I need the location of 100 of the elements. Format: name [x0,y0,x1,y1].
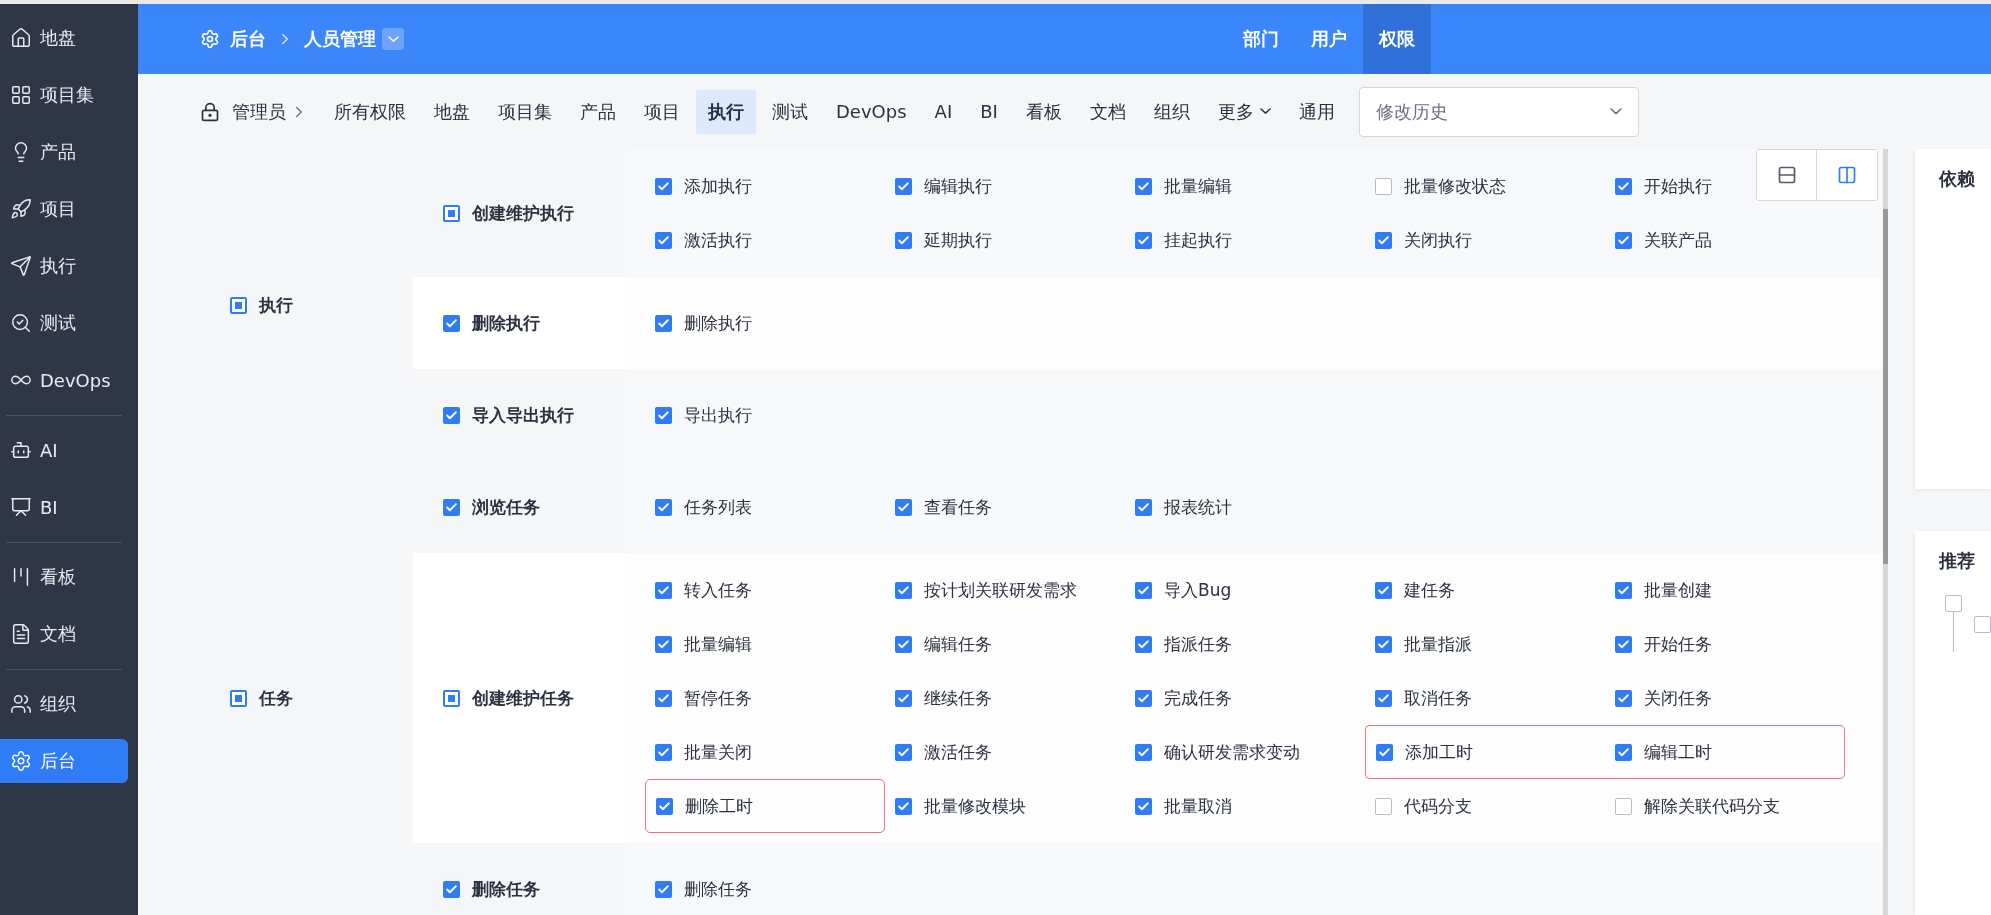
permission-item[interactable]: 编辑任务 [885,617,998,671]
checkbox[interactable] [895,797,912,815]
permission-item[interactable]: 取消任务 [1365,671,1478,725]
tab[interactable]: 项目 [632,89,692,134]
checkbox[interactable] [655,314,672,332]
sidebar-item[interactable]: 测试 [0,301,128,345]
permission-item[interactable]: 激活任务 [885,725,998,779]
checkbox[interactable] [443,880,460,898]
checkbox[interactable] [1615,231,1632,249]
permission-item[interactable]: 开始任务 [1605,617,1718,671]
checkbox[interactable] [443,406,460,424]
permission-item[interactable]: 解除关联代码分支 [1605,779,1786,833]
permission-item[interactable]: 删除执行 [645,296,758,350]
tab[interactable]: DevOps [824,91,919,132]
permission-item[interactable]: 关联产品 [1605,213,1718,267]
checkbox[interactable] [895,498,912,516]
sidebar-item[interactable]: DevOps [0,358,128,402]
checkbox[interactable] [895,581,912,599]
checkbox[interactable] [655,581,672,599]
permission-item[interactable]: 导出执行 [645,388,758,442]
checkbox[interactable] [1375,231,1392,249]
sidebar-item[interactable]: 组织 [0,682,128,726]
permission-item[interactable]: 转入任务 [645,563,758,617]
tree-checkbox[interactable] [1945,595,1962,612]
nav-tab[interactable]: 部门 [1227,4,1295,74]
checkbox[interactable] [895,635,912,653]
permission-item[interactable]: 编辑执行 [885,159,998,213]
sidebar-item[interactable]: 地盘 [0,16,128,60]
permission-item[interactable]: 暂停任务 [645,671,758,725]
permission-item[interactable]: 按计划关联研发需求 [885,563,1083,617]
nav-tab[interactable]: 权限 [1363,4,1431,74]
permission-item[interactable]: 批量编辑 [645,617,758,671]
checkbox[interactable] [230,296,247,314]
checkbox[interactable] [1375,689,1392,707]
checkbox[interactable] [655,880,672,898]
checkbox[interactable] [1615,797,1632,815]
sidebar-item[interactable]: AI [0,428,128,472]
permission-item[interactable]: 代码分支 [1365,779,1478,833]
permission-item[interactable]: 挂起执行 [1125,213,1238,267]
scrollbar[interactable] [1883,149,1888,915]
permission-item[interactable]: 继续任务 [885,671,998,725]
tab[interactable]: 地盘 [422,89,482,134]
sidebar-item[interactable]: 项目集 [0,73,128,117]
permission-item[interactable]: 关闭任务 [1605,671,1718,725]
permission-item[interactable]: 删除任务 [645,862,758,915]
tab[interactable]: BI [968,91,1010,132]
permission-item[interactable]: 导入Bug [1125,563,1238,617]
sidebar-item[interactable]: 执行 [0,244,128,288]
sidebar-item[interactable]: 看板 [0,555,128,599]
tab[interactable]: 看板 [1013,89,1074,134]
checkbox[interactable] [443,689,460,707]
permission-item[interactable]: 报表统计 [1125,480,1238,534]
permission-item[interactable]: 批量修改模块 [885,779,1032,833]
permission-item[interactable]: 关闭执行 [1365,213,1478,267]
tab[interactable]: 所有权限 [322,89,418,134]
permission-item[interactable]: 批量修改状态 [1365,159,1512,213]
permission-item[interactable]: 批量取消 [1125,779,1238,833]
breadcrumb-item[interactable]: 人员管理 [304,27,376,51]
permission-item[interactable]: 批量指派 [1365,617,1478,671]
checkbox[interactable] [655,498,672,516]
checkbox[interactable] [1135,743,1152,761]
tab[interactable]: 文档 [1077,89,1138,134]
permission-item[interactable]: 添加执行 [645,159,758,213]
sidebar-item[interactable]: 文档 [0,612,128,656]
more-menu[interactable]: 更多 [1205,89,1283,134]
permission-item[interactable]: 开始执行 [1605,159,1718,213]
checkbox[interactable] [1376,743,1393,761]
permission-item[interactable]: 删除工时 [645,779,885,833]
tab[interactable]: 测试 [760,89,820,134]
checkbox[interactable] [443,204,460,222]
checkbox[interactable] [655,635,672,653]
tab[interactable]: 通用 [1286,89,1347,134]
tab[interactable]: AI [922,91,965,132]
permission-item[interactable]: 确认研发需求变动 [1125,725,1306,779]
sidebar-item[interactable]: BI [0,485,128,529]
checkbox[interactable] [1615,581,1632,599]
permission-item[interactable]: 任务列表 [645,480,758,534]
permission-item[interactable]: 查看任务 [885,480,998,534]
tree-checkbox[interactable] [1974,616,1991,633]
dropdown-button[interactable] [382,28,404,50]
view-toggle-button[interactable] [1757,150,1817,200]
checkbox[interactable] [1615,177,1632,195]
permission-item[interactable]: 指派任务 [1125,617,1238,671]
breadcrumb-item[interactable]: 后台 [230,27,266,51]
checkbox[interactable] [655,177,672,195]
checkbox[interactable] [895,743,912,761]
checkbox[interactable] [1615,743,1632,761]
checkbox[interactable] [1375,177,1392,195]
checkbox[interactable] [1135,635,1152,653]
checkbox[interactable] [1375,581,1392,599]
permission-item[interactable]: 编辑工时 [1605,725,1845,779]
checkbox[interactable] [1135,231,1152,249]
checkbox[interactable] [1135,581,1152,599]
checkbox[interactable] [655,689,672,707]
nav-tab[interactable]: 用户 [1295,4,1363,74]
history-select[interactable]: 修改历史 [1358,86,1639,137]
checkbox[interactable] [895,689,912,707]
permission-item[interactable]: 完成任务 [1125,671,1238,725]
checkbox[interactable] [1135,498,1152,516]
tab[interactable]: 组织 [1141,89,1202,134]
